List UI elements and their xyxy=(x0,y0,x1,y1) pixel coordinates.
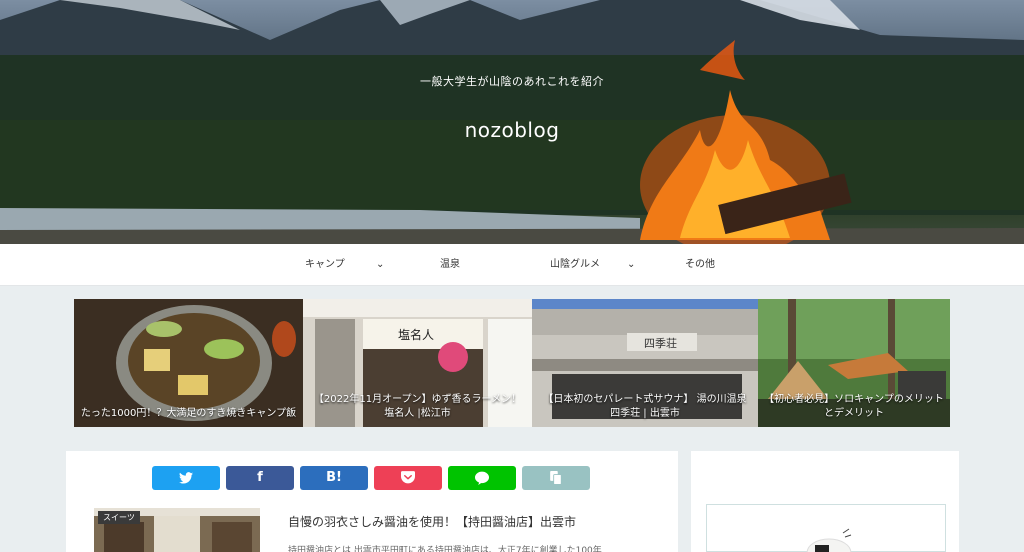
svg-text:塩名人: 塩名人 xyxy=(398,327,434,342)
pocket-icon xyxy=(401,471,415,484)
sidebar-card xyxy=(691,451,959,552)
featured-post-4[interactable]: 【初心者必見】ソロキャンプのメリットとデメリット xyxy=(758,299,950,427)
hatena-bookmark-icon: B! xyxy=(326,470,342,485)
featured-post-1[interactable]: たった1000円！？大満足のすき焼きキャンプ飯 xyxy=(74,299,303,427)
featured-caption: 【日本初のセパレート式サウナ】 湯の川温泉 四季荘 | 出雲市 xyxy=(543,394,747,419)
main-content-card: f B! スイーツ 自慢の羽衣さしみ醤油を使用！【持田醤油店】出雲市 持田醤油店… xyxy=(66,451,678,552)
twitter-bird-icon xyxy=(179,471,193,484)
share-hatena-button[interactable]: B! xyxy=(300,466,368,490)
share-copy-button[interactable] xyxy=(522,466,590,490)
nav-item-other[interactable]: その他 xyxy=(685,244,715,286)
chevron-down-icon[interactable]: ⌄ xyxy=(627,244,635,286)
svg-text:四季荘: 四季荘 xyxy=(644,337,677,350)
global-nav: キャンプ ⌄ 温泉 山陰グルメ ⌄ その他 xyxy=(0,244,1024,286)
site-title[interactable]: nozoblog xyxy=(0,118,1024,142)
nav-item-label: その他 xyxy=(685,259,715,270)
sidebar-profile-box xyxy=(706,504,946,552)
category-badge[interactable]: スイーツ xyxy=(98,511,140,524)
featured-caption: 【初心者必見】ソロキャンプのメリットとデメリット xyxy=(764,394,944,419)
nav-item-onsen[interactable]: 温泉 xyxy=(440,244,460,286)
chevron-down-icon[interactable]: ⌄ xyxy=(376,244,384,286)
featured-caption: たった1000円！？大満足のすき焼きキャンプ飯 xyxy=(80,408,297,419)
nav-item-label: 温泉 xyxy=(440,259,460,270)
facebook-icon: f xyxy=(257,470,263,485)
post-excerpt: 持田醤油店とは 出雲市平田町にある持田醤油店は、大正7年に創業した100年 xyxy=(288,546,602,552)
featured-caption: 【2022年11月オープン】ゆず香るラーメン！塩名人 |松江市 xyxy=(313,394,522,419)
header-hero: 一般大学生が山陰のあれこれを紹介 nozoblog xyxy=(0,0,1024,244)
nav-item-camp[interactable]: キャンプ xyxy=(305,244,345,286)
share-pocket-button[interactable] xyxy=(374,466,442,490)
share-line-button[interactable] xyxy=(448,466,516,490)
nav-item-label: キャンプ xyxy=(305,259,345,270)
share-facebook-button[interactable]: f xyxy=(226,466,294,490)
profile-illustration xyxy=(806,528,852,552)
featured-post-3[interactable]: 四季荘 【日本初のセパレート式サウナ】 湯の川温泉 四季荘 | 出雲市 xyxy=(532,299,758,427)
featured-post-2[interactable]: 塩名人 【2022年11月オープン】ゆず香るラーメン！塩名人 |松江市 xyxy=(303,299,532,427)
share-twitter-button[interactable] xyxy=(152,466,220,490)
nav-item-label: 山陰グルメ xyxy=(550,259,600,270)
copy-icon xyxy=(550,470,562,485)
post-title-link[interactable]: 自慢の羽衣さしみ醤油を使用！【持田醤油店】出雲市 xyxy=(288,513,576,530)
site-subtitle: 一般大学生が山陰のあれこれを紹介 xyxy=(420,75,604,88)
line-icon xyxy=(475,471,489,485)
nav-item-sanin-gourmet[interactable]: 山陰グルメ xyxy=(550,244,600,286)
